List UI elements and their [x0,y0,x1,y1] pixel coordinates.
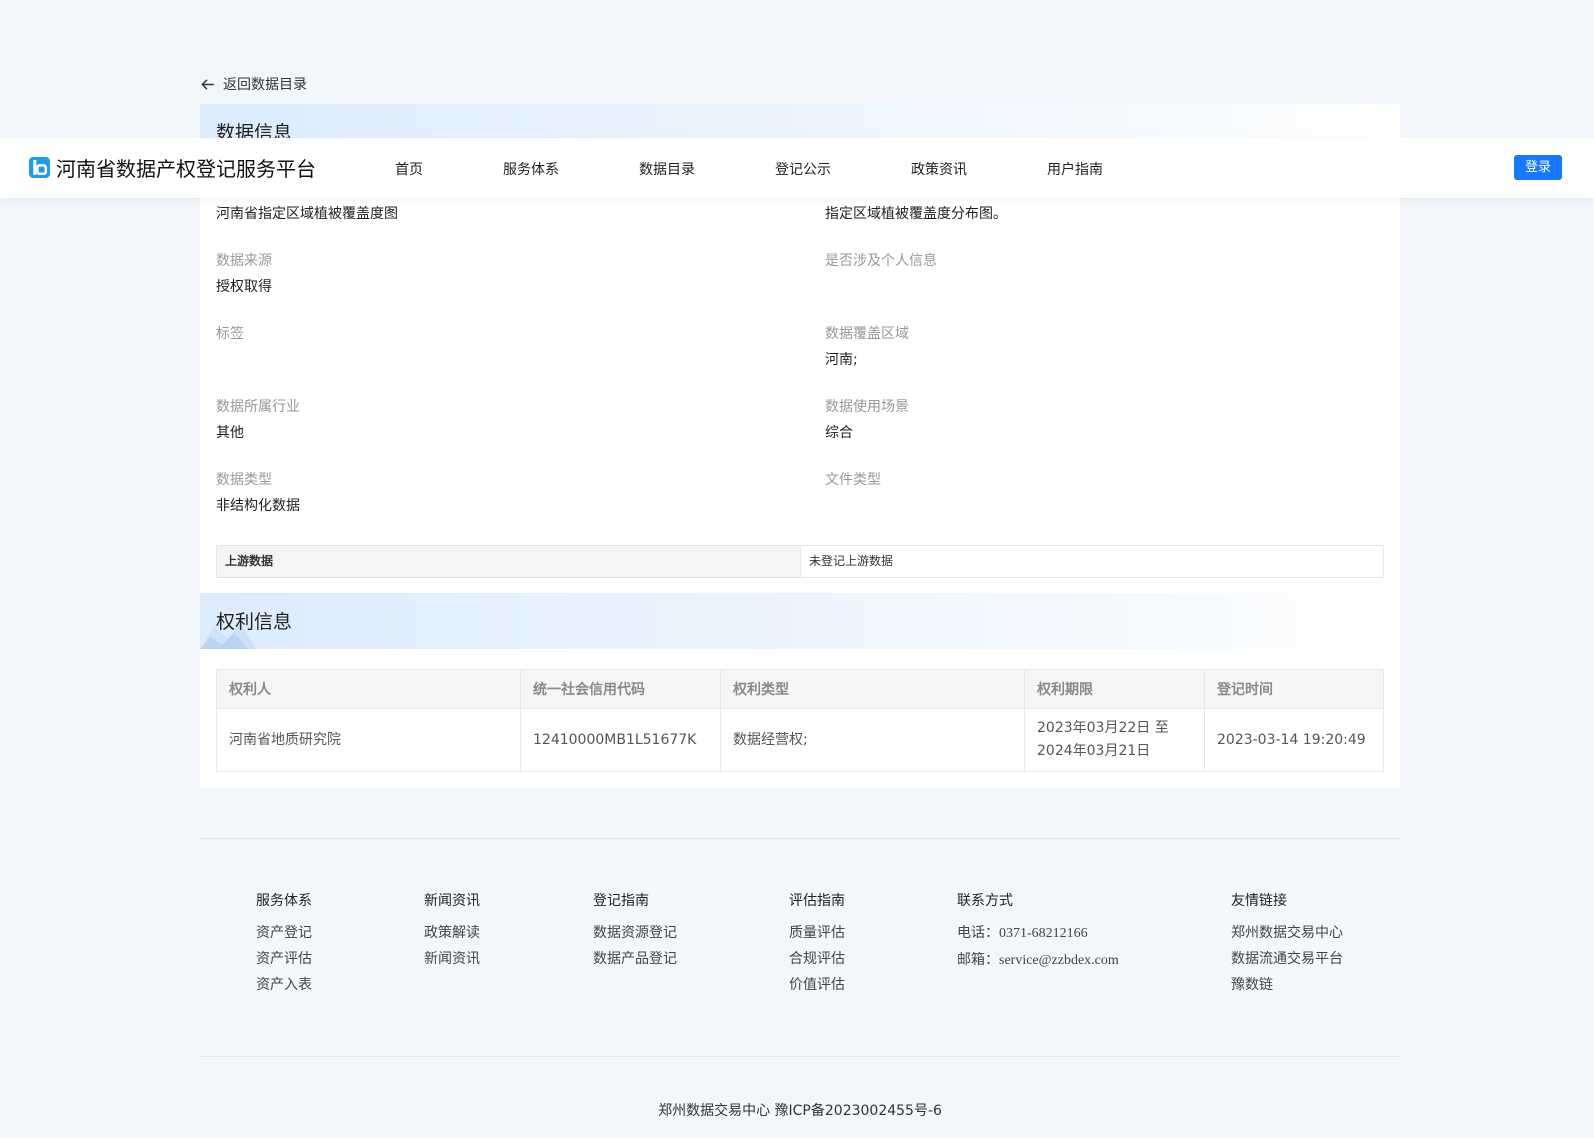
footer-link-compliance-evaluation[interactable]: 合规评估 [789,950,845,968]
footer-link-yu-chain[interactable]: 豫数链 [1231,976,1343,994]
footer-col-title: 服务体系 [256,893,312,909]
industry-label: 数据所属行业 [216,399,300,415]
cell-holder: 河南省地质研究院 [216,708,521,772]
upstream-data-value: 未登记上游数据 [809,554,894,568]
data-name-value: 河南省指定区域植被覆盖度图 [216,206,398,222]
footer-link-news[interactable]: 新闻资讯 [424,950,480,968]
footer-link-data-resource-registration[interactable]: 数据资源登记 [593,924,677,942]
rights-info-title: 权利信息 [216,611,293,633]
back-link-label: 返回数据目录 [223,77,307,93]
footer-col-title: 评估指南 [789,893,845,909]
cell-right-type: 数据经营权; [720,708,1025,772]
field-file-type: 文件类型 [825,471,1385,497]
nav-data-catalog[interactable]: 数据目录 [639,159,695,179]
coverage-area-value: 河南; [825,352,858,368]
data-source-label: 数据来源 [216,253,272,269]
top-navigation-bar: 河南省数据产权登记服务平台 首页 服务体系 数据目录 登记公示 政策资讯 用户指… [0,138,1594,198]
cell-period: 2023年03月22日 至 2024年03月21日 [1024,708,1205,772]
footer-col-registration-guide: 登记指南 数据资源登记 数据产品登记 [593,892,677,976]
footer-col-evaluation-guide: 评估指南 质量评估 合规评估 价值评估 [789,892,845,1002]
field-data-type: 数据类型 非结构化数据 [216,471,776,515]
footer-link-value-evaluation[interactable]: 价值评估 [789,976,845,994]
column-header-credit-code: 统一社会信用代码 [520,669,721,709]
column-header-reg-time: 登记时间 [1204,669,1384,709]
nav-home[interactable]: 首页 [395,159,423,179]
footer-link-quality-evaluation[interactable]: 质量评估 [789,924,845,942]
footer-col-title: 新闻资讯 [424,893,480,909]
field-personal-info: 是否涉及个人信息 [825,252,1385,278]
footer-col-title: 友情链接 [1231,893,1287,909]
phone-value: 0371-68212166 [999,926,1088,941]
footer-link-asset-on-balance[interactable]: 资产入表 [256,976,312,994]
phone-label: 电话： [957,925,999,941]
footer-col-news: 新闻资讯 政策解读 新闻资讯 [424,892,480,976]
brand[interactable]: 河南省数据产权登记服务平台 [29,153,316,182]
period-start: 2023年03月22日 至 [1037,720,1169,736]
field-tags: 标签 [216,325,776,351]
coverage-area-label: 数据覆盖区域 [825,326,909,342]
cell-reg-time: 2023-03-14 19:20:49 [1204,708,1384,772]
footer-divider-top [200,838,1400,839]
footer-copyright: 郑州数据交易中心 豫ICP备2023002455号-6 [658,1103,942,1119]
usage-scenario-value: 综合 [825,425,853,441]
cell-credit-code: 12410000MB1L51677K [520,708,721,772]
data-source-value: 授权取得 [216,279,272,295]
back-to-catalog-link[interactable]: 返回数据目录 [200,74,307,94]
field-data-source: 数据来源 授权取得 [216,252,776,296]
column-header-holder: 权利人 [216,669,521,709]
upstream-data-label: 上游数据 [217,546,801,577]
period-end: 2024年03月21日 [1037,743,1151,759]
footer-contact-email: 邮箱：service@zzbdex.com [957,951,1119,970]
nav-policy-news[interactable]: 政策资讯 [911,159,967,179]
column-header-right-type: 权利类型 [720,669,1025,709]
footer-link-data-product-registration[interactable]: 数据产品登记 [593,950,677,968]
footer-col-contact: 联系方式 电话：0371-68212166 邮箱：service@zzbdex.… [957,892,1119,978]
field-coverage-area: 数据覆盖区域 河南; [825,325,1385,369]
email-label: 邮箱： [957,952,999,968]
table-header-row: 权利人 统一社会信用代码 权利类型 权利期限 登记时间 [216,669,1384,709]
login-button[interactable]: 登录 [1514,155,1562,180]
rights-info-header: 权利信息 [200,593,1400,649]
footer-col-title: 联系方式 [957,893,1013,909]
footer-link-policy-interpretation[interactable]: 政策解读 [424,924,480,942]
nav-service-system[interactable]: 服务体系 [503,159,559,179]
detail-card: 数据信息 河南省指定区域植被覆盖度图 指定区域植被覆盖度分布图。 数据来源 授权… [200,104,1400,788]
footer-contact-phone: 电话：0371-68212166 [957,924,1119,943]
nav-registration-notice[interactable]: 登记公示 [775,159,831,179]
upstream-data-row: 上游数据 未登记上游数据 [216,545,1384,578]
field-data-description: 指定区域植被覆盖度分布图。 [825,205,1385,223]
footer-link-asset-evaluation[interactable]: 资产评估 [256,950,312,968]
tags-label: 标签 [216,326,244,342]
data-type-value: 非结构化数据 [216,498,300,514]
footer-col-service: 服务体系 资产登记 资产评估 资产入表 [256,892,312,1002]
footer-col-title: 登记指南 [593,893,649,909]
email-value: service@zzbdex.com [999,953,1119,968]
file-type-label: 文件类型 [825,472,881,488]
platform-logo-icon [29,157,50,178]
usage-scenario-label: 数据使用场景 [825,399,909,415]
industry-value: 其他 [216,425,244,441]
arrow-left-icon [201,79,214,89]
rights-table: 权利人 统一社会信用代码 权利类型 权利期限 登记时间 河南省地质研究院 124… [216,669,1384,772]
footer-link-trading-platform[interactable]: 数据流通交易平台 [1231,950,1343,968]
footer-link-asset-registration[interactable]: 资产登记 [256,924,312,942]
footer-divider-bottom [200,1056,1400,1057]
table-row: 河南省地质研究院 12410000MB1L51677K 数据经营权; 2023年… [216,708,1384,772]
personal-info-label: 是否涉及个人信息 [825,253,937,269]
field-data-name: 河南省指定区域植被覆盖度图 [216,205,776,223]
field-industry: 数据所属行业 其他 [216,398,776,442]
data-type-label: 数据类型 [216,472,272,488]
column-header-period: 权利期限 [1024,669,1205,709]
data-description-value: 指定区域植被覆盖度分布图。 [825,206,1007,222]
nav-user-guide[interactable]: 用户指南 [1047,159,1103,179]
footer-col-friendly-links: 友情链接 郑州数据交易中心 数据流通交易平台 豫数链 [1231,892,1343,1002]
field-usage-scenario: 数据使用场景 综合 [825,398,1385,442]
footer-link-zhengzhou-exchange[interactable]: 郑州数据交易中心 [1231,924,1343,942]
brand-name: 河南省数据产权登记服务平台 [56,157,316,181]
